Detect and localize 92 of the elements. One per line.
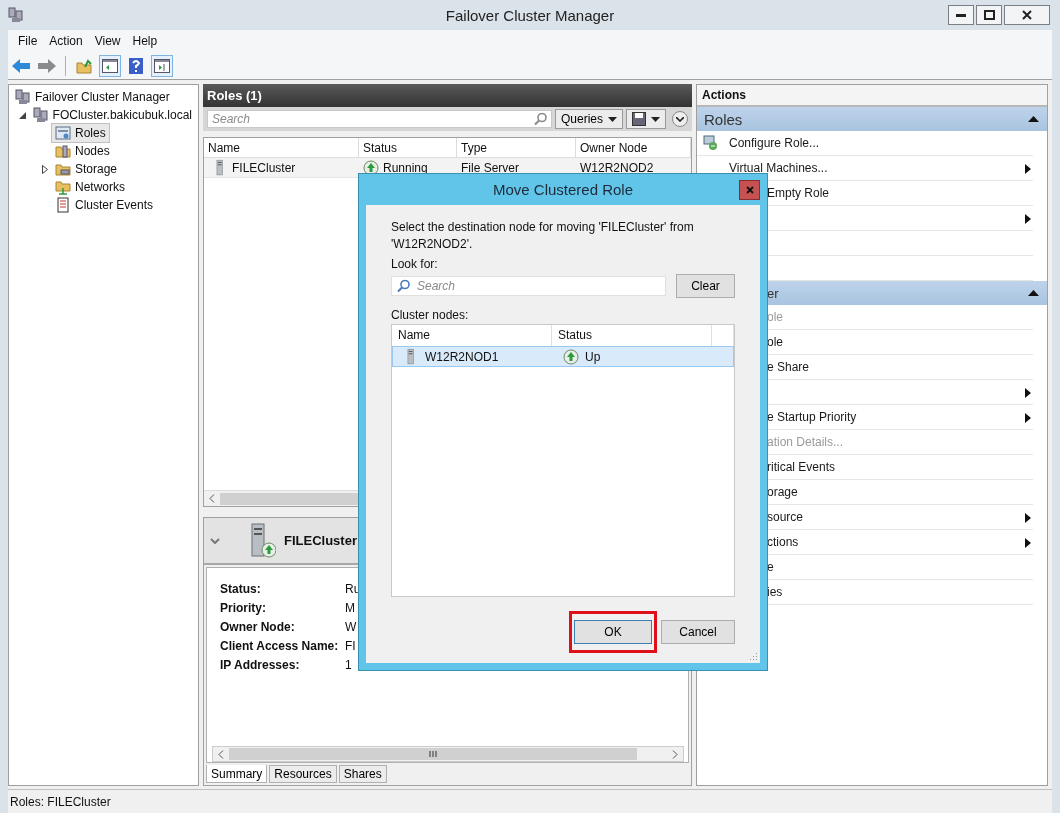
status-up-icon [563,348,579,365]
field-value: W [345,620,357,636]
dialog-message: Select the destination node for moving 'FILECluster' from 'W12R2NOD2'. [391,219,695,253]
networks-folder-icon [55,179,71,195]
ok-button[interactable]: OK [574,620,652,644]
submenu-arrow-icon [1025,214,1031,224]
chevron-down-icon [676,116,684,122]
pane-header: Roles (1) [203,84,692,107]
minimize-button[interactable] [948,5,974,25]
cluster-icon [15,89,31,105]
caret-icon [651,116,660,122]
field-value: FI [345,639,356,655]
selected-row[interactable]: W12R2NOD1 Up [392,346,734,367]
event-log-icon [55,197,71,213]
cluster-icon [32,107,49,123]
submenu-arrow-icon [1025,413,1031,423]
collapse-chevron-icon[interactable] [210,537,220,544]
tree-item[interactable]: Storage [51,159,122,179]
window-title: Failover Cluster Manager [445,6,615,24]
table-cell: W12R2NOD1 [393,347,553,366]
forward-arrow-icon [38,58,56,73]
actions-header: Actions [697,85,1047,107]
menu-item[interactable]: File [12,32,44,50]
close-button[interactable] [739,179,760,200]
submenu-arrow-icon [1025,538,1031,548]
minimize-icon [956,13,966,17]
tab[interactable]: Shares [338,765,387,783]
close-button[interactable] [1004,5,1050,25]
dialog-title: Move Clustered Role [492,181,634,198]
save-icon [632,112,646,126]
tree-item[interactable]: Networks [51,177,129,197]
close-icon [1022,10,1032,20]
show-action-pane-button[interactable] [151,54,173,77]
clear-button[interactable]: Clear [676,274,735,298]
field-label: Status: [220,582,262,598]
status-text: Roles: FILECluster [10,794,111,809]
expand-button[interactable] [672,111,688,127]
submenu-arrow-icon [1025,164,1031,174]
command-item[interactable]: Configure Role... [697,131,1033,156]
pane-icon [102,58,118,73]
tree-item[interactable]: Nodes [51,141,114,161]
expanded-arrow-icon[interactable] [19,111,27,119]
back-arrow-icon [12,58,30,73]
help-icon [129,57,143,74]
action-group-header[interactable]: Roles [697,107,1047,131]
caret-icon [608,116,617,122]
submenu-arrow-icon [1025,513,1031,523]
scrollbar-thumb[interactable] [229,748,637,760]
field-label: Priority: [220,601,267,617]
queries-button[interactable]: Queries [554,109,623,129]
pane-icon [154,58,170,73]
close-icon [745,185,754,194]
detail-title: FILECluster [284,533,357,548]
maximize-button[interactable] [976,5,1002,25]
search-icon [397,279,410,293]
search-field[interactable]: Search [207,110,552,128]
menu-item[interactable]: Action [43,32,89,50]
search-field[interactable]: Search [391,276,666,296]
resize-grip-icon[interactable] [748,651,758,661]
menu-item[interactable]: Help [126,32,164,50]
cluster-nodes-label: Cluster nodes: [391,308,469,322]
maximize-icon [983,10,995,20]
configure-role-icon [703,135,719,151]
tree-item[interactable]: Cluster Events [51,195,158,215]
collapsed-arrow-icon[interactable] [42,164,48,174]
table-cell[interactable]: FILECluster [204,158,359,178]
look-for-label: Look for: [391,257,438,271]
collapse-arrow-icon [1028,290,1039,296]
field-label: IP Addresses: [220,658,301,674]
tree-item[interactable]: Failover Cluster Manager [11,87,174,107]
horizontal-scrollbar[interactable] [212,746,684,762]
tab[interactable]: Summary [206,765,268,783]
field-label: Owner Node: [220,620,296,636]
show-tree-button[interactable] [99,54,121,77]
field-label: Client Access Name: [220,639,340,655]
storage-folder-icon [55,161,71,177]
save-query-button[interactable] [626,109,666,129]
cancel-button[interactable]: Cancel [661,620,735,644]
nodes-folder-icon [55,143,71,159]
tree-item[interactable]: FOCluster.bakicubuk.local [28,105,196,125]
roles-icon [55,125,71,141]
field-value: M [345,601,355,617]
search-icon [533,112,547,126]
role-server-icon [250,522,276,559]
menu-item[interactable]: View [88,32,127,50]
field-value: 1 [345,658,352,674]
cluster-icon [8,7,24,23]
tab[interactable]: Resources [269,765,337,783]
collapse-arrow-icon [1028,116,1039,122]
folder-up-icon [76,57,92,74]
submenu-arrow-icon [1025,388,1031,398]
tree-item[interactable]: Roles [51,123,110,143]
